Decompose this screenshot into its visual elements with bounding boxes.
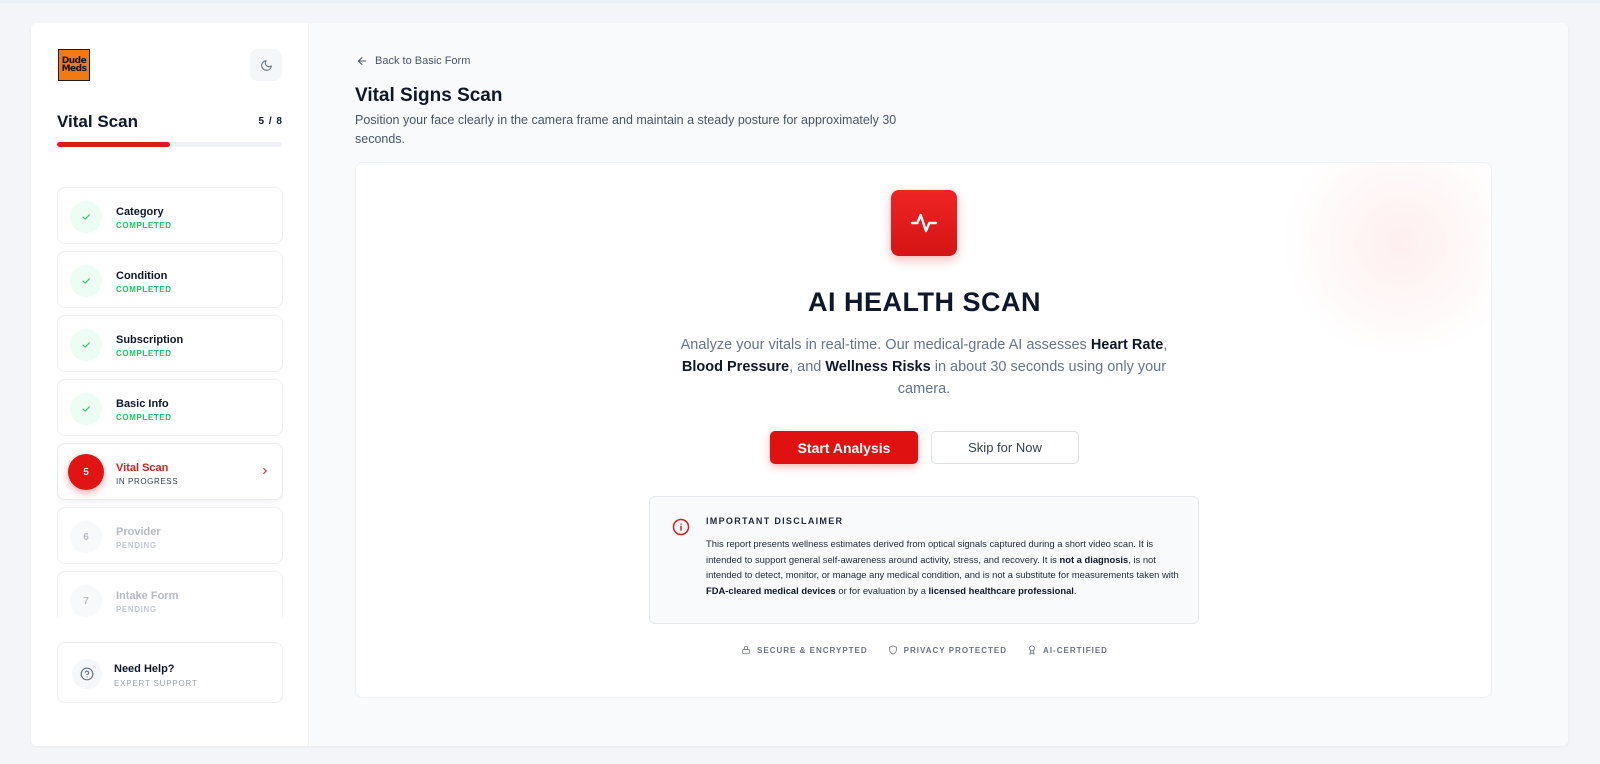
- page-description: Position your face clearly in the camera…: [355, 113, 897, 146]
- step-status: COMPLETED: [116, 349, 172, 358]
- scan-title: AI HEALTH SCAN: [808, 287, 1041, 317]
- page-title: Vital Signs Scan: [355, 85, 503, 106]
- badge-ai-certified: AI-CERTIFIED: [1027, 645, 1108, 655]
- desc-text: ,: [1163, 337, 1168, 353]
- sidebar-title: Vital Scan: [57, 112, 138, 131]
- scan-card: AI HEALTH SCAN Analyze your vitals in re…: [355, 162, 1492, 698]
- app-shell: Dude Meds Vital Scan 5 / 8 Category COMP…: [31, 23, 1568, 746]
- question-circle-icon: [80, 667, 94, 681]
- moon-icon: [260, 59, 272, 71]
- disclaimer-title: IMPORTANT DISCLAIMER: [706, 516, 844, 526]
- desc-highlight-blood-pressure: Blood Pressure: [681, 359, 790, 375]
- disc-text: or for evaluation by a: [835, 585, 929, 597]
- badge-label: SECURE & ENCRYPTED: [757, 645, 868, 655]
- theme-toggle-button[interactable]: [250, 49, 282, 81]
- sidebar-item-intake-form[interactable]: 7 Intake Form PENDING: [57, 571, 283, 617]
- disclaimer-box: IMPORTANT DISCLAIMER This report present…: [649, 496, 1199, 624]
- back-link[interactable]: Back to Basic Form: [356, 55, 470, 67]
- step-label: Subscription: [116, 334, 184, 346]
- trust-badges: SECURE & ENCRYPTED PRIVACY PROTECTED AI-…: [356, 645, 1491, 655]
- sidebar-item-vital-scan[interactable]: 5 Vital Scan IN PROGRESS: [57, 443, 283, 500]
- step-status: COMPLETED: [116, 221, 172, 230]
- pulse-icon: [910, 213, 938, 233]
- award-icon: [1029, 645, 1035, 655]
- heart-pulse-badge: [891, 190, 957, 256]
- brand-logo[interactable]: Dude Meds: [58, 49, 90, 81]
- step-complete-badge: [70, 329, 102, 361]
- top-border: [0, 0, 1600, 3]
- step-list: Category COMPLETED Condition COMPLETED S…: [57, 187, 283, 617]
- step-number-badge: 7: [70, 585, 102, 617]
- disclaimer-body: This report presents wellness estimates …: [706, 536, 1182, 599]
- step-status: PENDING: [116, 541, 157, 550]
- step-number-badge: 5: [68, 454, 104, 490]
- sidebar-item-category[interactable]: Category COMPLETED: [57, 187, 283, 244]
- logo-line-2: Meds: [61, 64, 87, 74]
- step-label: Vital Scan: [116, 462, 169, 474]
- step-label: Provider: [116, 526, 161, 538]
- start-analysis-button[interactable]: Start Analysis: [770, 431, 918, 464]
- step-counter: 5 / 8: [258, 116, 283, 127]
- main-content: Back to Basic Form Vital Signs Scan Posi…: [310, 23, 1568, 746]
- desc-text: , and: [789, 359, 826, 375]
- sidebar: Dude Meds Vital Scan 5 / 8 Category COMP…: [31, 23, 309, 746]
- step-label: Basic Info: [116, 398, 169, 410]
- desc-highlight-heart-rate: Heart Rate: [1090, 337, 1164, 353]
- disc-highlight: licensed healthcare professional: [928, 585, 1074, 597]
- desc-text: in about 30 seconds using only your came…: [897, 359, 1167, 397]
- desc-text: Analyze your vitals in real-time. Our me…: [680, 337, 1091, 353]
- badge-label: PRIVACY PROTECTED: [903, 645, 1008, 655]
- step-complete-badge: [70, 201, 102, 233]
- step-status: IN PROGRESS: [116, 477, 179, 486]
- disc-text: .: [1073, 585, 1077, 597]
- skip-for-now-button[interactable]: Skip for Now: [931, 431, 1079, 464]
- card-glow: [1271, 163, 1491, 353]
- info-circle-icon: [672, 518, 690, 536]
- lock-icon: [742, 645, 750, 655]
- sidebar-item-basic-info[interactable]: Basic Info COMPLETED: [57, 379, 283, 436]
- sidebar-item-provider[interactable]: 6 Provider PENDING: [57, 507, 283, 564]
- need-help-card[interactable]: Need Help? EXPERT SUPPORT: [57, 642, 283, 703]
- step-label: Condition: [116, 270, 168, 282]
- step-complete-badge: [70, 265, 102, 297]
- arrow-left-icon: [358, 57, 366, 65]
- step-status: COMPLETED: [116, 413, 172, 422]
- sidebar-item-condition[interactable]: Condition COMPLETED: [57, 251, 283, 308]
- step-label: Category: [116, 206, 164, 218]
- shield-icon: [888, 645, 897, 655]
- badge-privacy: PRIVACY PROTECTED: [888, 645, 1007, 655]
- step-status: PENDING: [116, 605, 157, 614]
- help-subtitle: EXPERT SUPPORT: [114, 679, 198, 688]
- check-icon: [82, 278, 90, 284]
- disc-highlight: not a diagnosis: [1059, 553, 1129, 565]
- progress-fill: [57, 142, 170, 147]
- desc-highlight-wellness-risks: Wellness Risks: [825, 359, 931, 375]
- help-title: Need Help?: [114, 663, 175, 675]
- step-label: Intake Form: [116, 590, 179, 602]
- sidebar-item-subscription[interactable]: Subscription COMPLETED: [57, 315, 283, 372]
- check-icon: [82, 214, 90, 220]
- chevron-right-icon: [263, 467, 267, 475]
- step-number-badge: 6: [70, 521, 102, 553]
- scan-description: Analyze your vitals in real-time. Our me…: [669, 334, 1179, 400]
- badge-secure: SECURE & ENCRYPTED: [741, 645, 868, 655]
- progress-bar: [57, 142, 282, 147]
- back-link-label: Back to Basic Form: [375, 55, 471, 67]
- check-icon: [82, 406, 90, 412]
- help-icon-wrap: [72, 659, 102, 689]
- check-icon: [82, 342, 90, 348]
- step-status: COMPLETED: [116, 285, 172, 294]
- disc-highlight: FDA-cleared medical devices: [706, 585, 836, 597]
- step-complete-badge: [70, 393, 102, 425]
- badge-label: AI-CERTIFIED: [1043, 645, 1108, 655]
